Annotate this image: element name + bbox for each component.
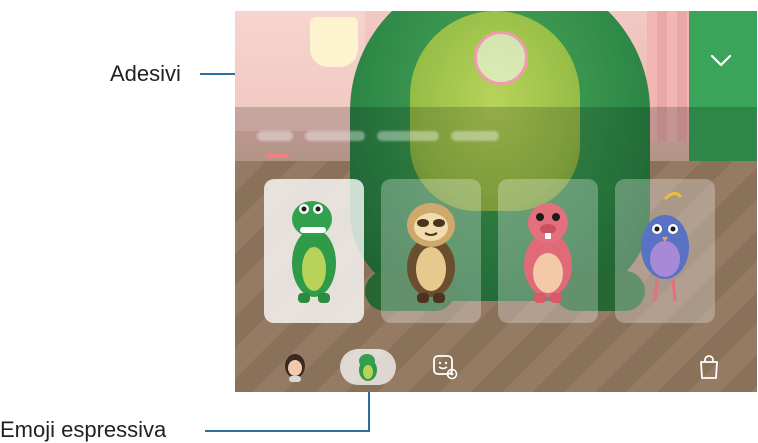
dinosaur-emoji-icon	[292, 201, 336, 303]
sticker-category-tab[interactable]	[451, 131, 499, 141]
background-lamp	[310, 17, 358, 67]
emoji-mode-bar	[235, 342, 757, 392]
emoji-card-mole[interactable]	[498, 179, 598, 323]
sticker-category-tab[interactable]	[377, 131, 439, 141]
emoji-card-sloth[interactable]	[381, 179, 481, 323]
mole-emoji-icon	[524, 203, 572, 303]
sloth-emoji-icon	[407, 203, 455, 303]
sticker-category-indicator	[265, 154, 289, 158]
sticker-category-strip	[257, 131, 499, 141]
camera-screen	[235, 11, 757, 392]
face-settings-icon	[433, 355, 458, 380]
callout-line-expressive-emoji	[205, 430, 370, 432]
tab-my-emoji[interactable]	[277, 349, 313, 385]
tab-store[interactable]	[691, 349, 727, 385]
emoji-card-dinosaur[interactable]	[264, 179, 364, 323]
shopping-bag-icon	[700, 355, 718, 379]
callout-label-expressive-emoji: Emoji espressiva	[0, 417, 167, 442]
tab-emoji-camera[interactable]	[427, 349, 463, 385]
tab-expressive-emoji[interactable]	[340, 349, 396, 385]
avatar-icon	[285, 354, 305, 382]
emoji-card-bird[interactable]	[615, 179, 715, 323]
callout-label-stickers: Adesivi	[110, 61, 181, 86]
collapse-button[interactable]	[709, 49, 733, 73]
sticker-category-tab[interactable]	[257, 131, 293, 141]
shutter-button[interactable]	[474, 31, 528, 85]
sticker-category-tab[interactable]	[305, 131, 365, 141]
bird-emoji-icon	[641, 192, 689, 302]
chevron-down-icon	[710, 54, 732, 67]
dino-icon	[359, 354, 377, 381]
